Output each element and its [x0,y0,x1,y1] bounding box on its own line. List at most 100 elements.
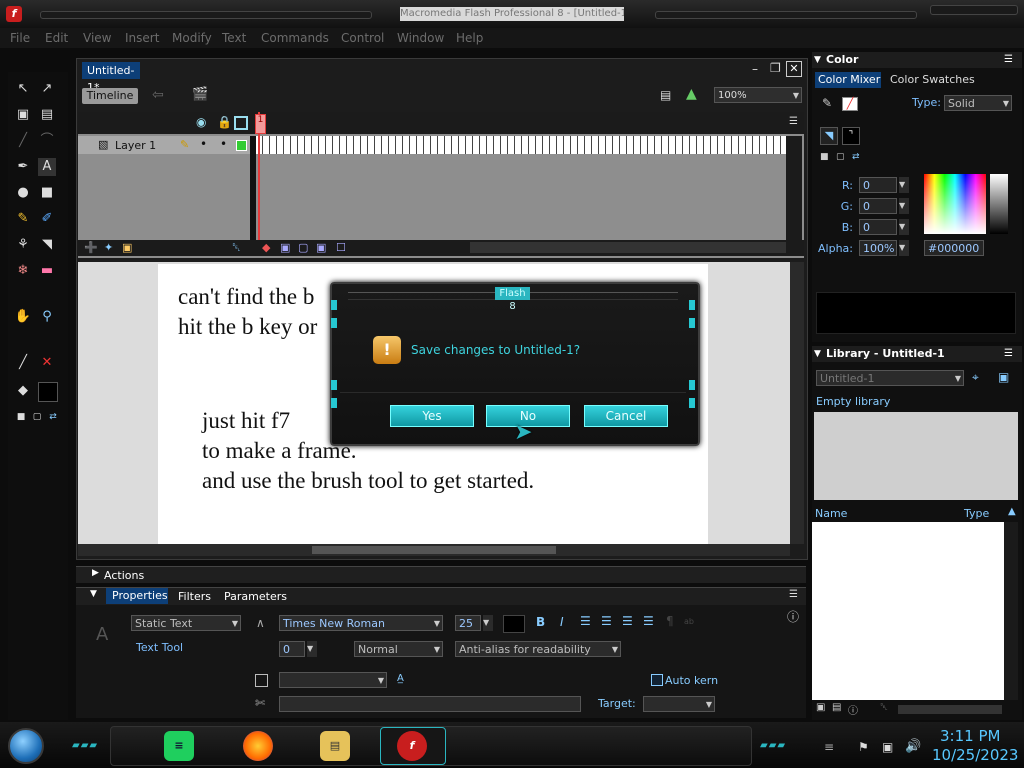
window-controls[interactable] [930,5,1018,15]
text-type-select[interactable]: Static Text ▼ [131,615,241,631]
tab-filters[interactable]: Filters [178,590,211,603]
line-tool-icon[interactable]: ╱ [14,132,32,150]
new-symbol-icon[interactable]: ▣ [816,702,825,713]
align-right-icon[interactable]: ☰ [622,614,633,628]
menu-commands[interactable]: Commands [261,31,329,45]
anti-alias-select[interactable]: Anti-alias for readability ▼ [455,641,621,657]
menu-insert[interactable]: Insert [125,31,159,45]
menu-control[interactable]: Control [341,31,384,45]
rectangle-tool-icon[interactable]: ■ [38,184,56,202]
properties-menu-icon[interactable]: ☰ [789,589,798,600]
sort-icon[interactable]: ▲ [1008,506,1016,517]
character-position-select[interactable]: Normal ▼ [354,641,443,657]
auto-kern-checkbox[interactable] [651,674,663,686]
network-icon[interactable]: ▣ [882,740,893,754]
yes-button[interactable]: Yes [390,405,474,427]
tab-color-mixer[interactable]: Color Mixer [815,72,881,88]
modify-markers-icon[interactable]: ☐ [336,241,346,254]
stroke-color-icon[interactable]: ╱ [14,354,32,372]
ink-bottle-icon[interactable]: ⚘ [14,236,32,254]
center-frame-icon[interactable]: ◆ [262,241,270,254]
menu-window[interactable]: Window [397,31,444,45]
insert-folder-icon[interactable]: ▣ [122,241,132,254]
r-field[interactable]: 0 [859,177,897,193]
menu-text[interactable]: Text [222,31,246,45]
action-center-icon[interactable]: ⚑ [858,740,869,754]
edit-scene-icon[interactable]: ▤ [660,88,671,102]
oval-tool-icon[interactable]: ● [14,184,32,202]
menu-modify[interactable]: Modify [172,31,212,45]
hscroll-thumb[interactable] [312,546,556,554]
timeline-button[interactable]: Timeline [82,88,138,104]
justify-icon[interactable]: ☰ [643,614,654,628]
library-list[interactable] [812,522,1004,700]
library-hscroll[interactable] [898,705,1002,714]
new-folder-icon[interactable]: ▤ [832,702,841,713]
add-guide-icon[interactable]: ✦ [104,241,113,254]
frames-strip[interactable] [256,136,786,154]
selectable-icon[interactable]: A̲ [397,673,404,684]
stage-text-line[interactable]: and use the brush tool to get started. [202,468,534,494]
fill-bucket-icon[interactable]: ◥ [820,127,838,145]
lock-dot[interactable]: • [220,137,227,151]
b-field[interactable]: 0 [859,219,897,235]
paint-bucket-icon[interactable]: ◥ [38,236,56,254]
gradient-transform-icon[interactable]: ▤ [38,106,56,124]
help-icon[interactable]: ⓘ [787,608,799,625]
selection-tool-icon[interactable]: ↖ [14,80,32,98]
outline-icon[interactable] [234,116,248,130]
menu-view[interactable]: View [83,31,111,45]
cancel-button[interactable]: Cancel [584,405,668,427]
no-color-icon[interactable]: ▢ [836,152,845,162]
clock-time[interactable]: 3:11 PM [940,727,1000,745]
r-stepper[interactable]: ▼ [899,177,909,193]
file-explorer-icon[interactable]: ▤ [320,731,350,761]
text-color-swatch[interactable] [503,615,525,633]
tab-color-swatches[interactable]: Color Swatches [890,73,975,86]
library-panel-header[interactable]: ▼ Library - Untitled-1 ☰ [812,346,1022,362]
swap-colors-icon[interactable]: ⇄ [852,152,860,162]
visibility-dot[interactable]: • [200,137,207,151]
fill-type-select[interactable]: Solid ▼ [944,95,1012,111]
edit-multiple-icon[interactable]: ▣ [316,241,326,254]
font-size-field[interactable]: 25 [455,615,481,631]
align-center-icon[interactable]: ☰ [601,614,612,628]
zoom-tool-icon[interactable]: ⚲ [38,308,56,326]
url-input[interactable] [279,696,581,712]
actions-panel-bar[interactable]: ▶ Actions [76,566,806,583]
firefox-icon[interactable] [243,731,273,761]
collapse-arrow-icon[interactable]: ▼ [90,589,97,599]
letter-spacing-field[interactable]: 0 [279,641,305,657]
current-frame-marker[interactable]: 1 [255,114,266,134]
stage-text-line[interactable]: can't find the b [178,284,314,310]
align-left-icon[interactable]: ☰ [580,614,591,628]
color-spectrum[interactable] [924,174,986,234]
url-select[interactable]: ▼ [279,672,387,688]
panel-menu-icon[interactable]: ☰ [1004,346,1013,362]
fill-color-swatch[interactable]: ⌝ [842,127,860,145]
hand-tool-icon[interactable]: ✋ [14,308,32,326]
delete-icon[interactable]: ␡ [880,702,888,713]
font-select[interactable]: Times New Roman ▼ [279,615,443,631]
g-stepper[interactable]: ▼ [899,198,909,214]
tab-parameters[interactable]: Parameters [224,590,287,603]
menu-edit[interactable]: Edit [45,31,68,45]
alpha-stepper[interactable]: ▼ [899,240,909,256]
properties-icon[interactable]: ⓘ [848,702,858,717]
text-tool-icon[interactable]: A [38,158,56,176]
column-name[interactable]: Name [815,507,847,520]
lock-icon[interactable]: 🔒 [217,115,232,129]
eye-icon[interactable]: ◉ [196,115,206,129]
g-field[interactable]: 0 [859,198,897,214]
stroke-color-swatch[interactable]: ╱ [842,97,858,111]
no-color-icon[interactable]: ✕ [38,354,56,372]
letter-spacing-stepper[interactable]: ▼ [307,641,317,657]
stroke-pencil-icon[interactable]: ✎ [822,96,832,110]
library-document-select[interactable]: Untitled-1 ▼ [816,370,964,386]
menu-file[interactable]: File [10,31,30,45]
outline-color-swatch[interactable] [236,140,247,151]
stage-text-line[interactable]: hit the b key or [178,314,317,340]
color-panel-header[interactable]: ▼ Color ☰ [812,52,1022,68]
onion-outline-icon[interactable]: ▢ [298,241,308,254]
library-vscroll[interactable] [1004,522,1018,700]
